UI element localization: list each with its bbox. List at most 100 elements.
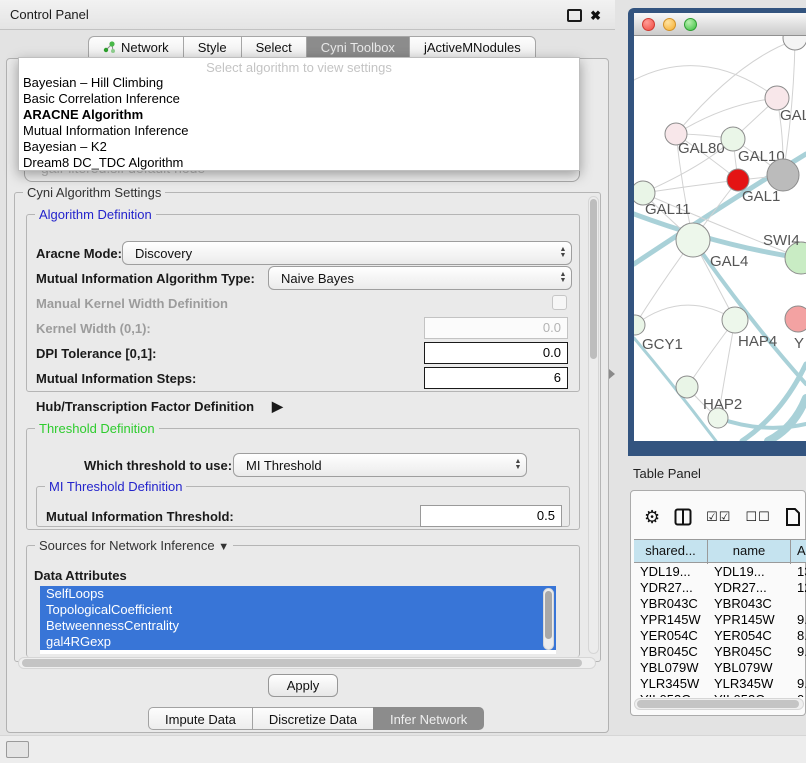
table-horizontal-scrollbar[interactable] (634, 698, 804, 710)
tab-style[interactable]: Style (183, 36, 241, 59)
algorithm-definition-title: Algorithm Definition (35, 207, 156, 222)
column-header-clipped[interactable]: A (791, 540, 806, 564)
close-icon[interactable]: ✖ (590, 9, 601, 22)
table-row[interactable]: YIL052CYIL052C0. (634, 692, 806, 697)
document-icon[interactable] (785, 507, 801, 527)
data-attribute-item[interactable]: BetweennessCentrality (40, 618, 556, 634)
table-row[interactable]: YLR345WYLR345W9. (634, 676, 806, 692)
table-cell: YBR045C (634, 644, 708, 660)
kernel-width-label: Kernel Width (0,1): (36, 321, 151, 336)
network-node[interactable] (783, 36, 806, 50)
mi-threshold-field[interactable]: 0.5 (420, 505, 562, 527)
table-cell: YBR043C (708, 596, 791, 612)
algorithm-option[interactable]: Bayesian – Hill Climbing (19, 75, 579, 91)
dpi-tolerance-field[interactable]: 0.0 (424, 342, 568, 364)
kernel-width-field[interactable]: 0.0 (424, 317, 568, 339)
gear-icon[interactable]: ⚙ (644, 508, 660, 526)
network-node[interactable] (676, 223, 710, 257)
algorithm-option[interactable]: ARACNE Algorithm (19, 107, 579, 123)
table-row[interactable]: YBL079WYBL079W (634, 660, 806, 676)
apply-button[interactable]: Apply (268, 674, 338, 697)
network-icon (103, 41, 116, 54)
attributes-list-scrollbar[interactable] (543, 588, 554, 650)
table-cell: 8. (791, 628, 806, 644)
settings-vertical-scrollbar[interactable] (588, 196, 599, 654)
hub-definition-label: Hub/Transcription Factor Definition (36, 399, 254, 414)
algorithm-option[interactable]: Dream8 DC_TDC Algorithm (19, 155, 579, 171)
algorithm-option[interactable]: Mutual Information Inference (19, 123, 579, 139)
node-label: GAL1 (742, 188, 780, 205)
network-window-titlebar[interactable] (634, 13, 806, 36)
table-row[interactable]: YPR145WYPR145W9. (634, 612, 806, 628)
data-attribute-item[interactable]: TopologicalCoefficient (40, 602, 556, 618)
manual-kernel-checkbox[interactable] (552, 295, 567, 310)
data-attributes-list[interactable]: SelfLoopsTopologicalCoefficientBetweenne… (40, 586, 556, 654)
data-attribute-item[interactable]: gal4RGexp (40, 634, 556, 650)
minimized-panel-icon[interactable] (6, 741, 29, 758)
node-label: SWI4 (763, 232, 800, 249)
table-rows: YDL19...YDL19...13YDR27...YDR27...12YBR0… (634, 564, 806, 697)
network-canvas[interactable]: GALGAL80GAL10GAL1GAL11SWI4GAL4GCY1HAP4YH… (634, 36, 806, 441)
table-row[interactable]: YER054CYER054C8. (634, 628, 806, 644)
node-label: GAL (780, 107, 806, 124)
node-label: HAP4 (738, 333, 777, 350)
table-cell: YDL19... (634, 564, 708, 580)
settings-horizontal-scrollbar[interactable] (18, 657, 596, 669)
algorithm-option[interactable]: Bayesian – K2 (19, 139, 579, 155)
table-row[interactable]: YDR27...YDR27...12 (634, 580, 806, 596)
collapse-arrow-icon[interactable]: ▼ (218, 541, 229, 553)
network-node[interactable] (767, 159, 799, 191)
node-label: GAL4 (710, 253, 748, 270)
dpi-tolerance-label: DPI Tolerance [0,1]: (36, 346, 156, 361)
network-node[interactable] (634, 315, 645, 335)
tab-jactivemnodules[interactable]: jActiveMNodules (409, 36, 536, 59)
algorithm-dropdown-list: Bayesian – Hill ClimbingBasic Correlatio… (19, 75, 579, 171)
which-threshold-combo[interactable]: MI Threshold ▲▼ (233, 453, 527, 477)
float-window-icon[interactable] (567, 9, 582, 22)
mi-steps-field[interactable]: 6 (424, 367, 568, 389)
network-node[interactable] (722, 307, 748, 333)
algorithm-dropdown-popup: Select algorithm to view settings Bayesi… (18, 57, 580, 171)
table-cell: YDR27... (708, 580, 791, 596)
tab-cyni-toolbox[interactable]: Cyni Toolbox (306, 36, 409, 59)
algorithm-option[interactable]: Basic Correlation Inference (19, 91, 579, 107)
tab-infer-network[interactable]: Infer Network (373, 707, 484, 730)
combo-arrows-icon: ▲▼ (510, 459, 526, 471)
minimize-traffic-light-icon[interactable] (663, 18, 676, 31)
column-header-shared-name[interactable]: shared... (634, 540, 708, 564)
table-row[interactable]: YDL19...YDL19...13 (634, 564, 806, 580)
unchecked-checkboxes-icon[interactable]: ☐☐ (745, 509, 770, 525)
table-cell: 0. (791, 692, 806, 697)
mi-type-combo[interactable]: Naive Bayes ▲▼ (268, 266, 572, 290)
table-row[interactable]: YBR043CYBR043C (634, 596, 806, 612)
table-cell: YDR27... (634, 580, 708, 596)
table-row[interactable]: YBR045CYBR045C9. (634, 644, 806, 660)
splitpane-handle-icon[interactable] (609, 369, 615, 379)
column-header-name[interactable]: name (708, 540, 791, 564)
table-cell: YPR145W (708, 612, 791, 628)
table-cell: YBL079W (708, 660, 791, 676)
table-header: shared... name A (634, 539, 806, 563)
network-node[interactable] (785, 306, 806, 332)
network-node[interactable] (708, 408, 728, 428)
table-cell: 9. (791, 612, 806, 628)
data-attribute-item[interactable]: SelfLoops (40, 586, 556, 602)
tab-network[interactable]: Network (88, 36, 183, 59)
combo-arrows-icon: ▲▼ (555, 272, 571, 284)
tab-select[interactable]: Select (241, 36, 306, 59)
hub-expand-arrow-icon[interactable]: ▶ (272, 398, 283, 415)
table-cell: YIL052C (708, 692, 791, 697)
checked-checkboxes-icon[interactable]: ☑☑ (706, 509, 731, 525)
bottom-strip (0, 735, 806, 763)
control-panel-title: Control Panel (10, 7, 89, 22)
columns-icon[interactable] (674, 508, 692, 526)
network-node[interactable] (676, 376, 698, 398)
network-edge (635, 305, 735, 325)
tab-impute-data[interactable]: Impute Data (148, 707, 252, 730)
zoom-traffic-light-icon[interactable] (684, 18, 697, 31)
close-traffic-light-icon[interactable] (642, 18, 655, 31)
tab-discretize-data[interactable]: Discretize Data (252, 707, 373, 730)
table-cell: 9. (791, 644, 806, 660)
aracne-mode-combo[interactable]: Discovery ▲▼ (122, 241, 572, 265)
table-cell: YBR043C (634, 596, 708, 612)
